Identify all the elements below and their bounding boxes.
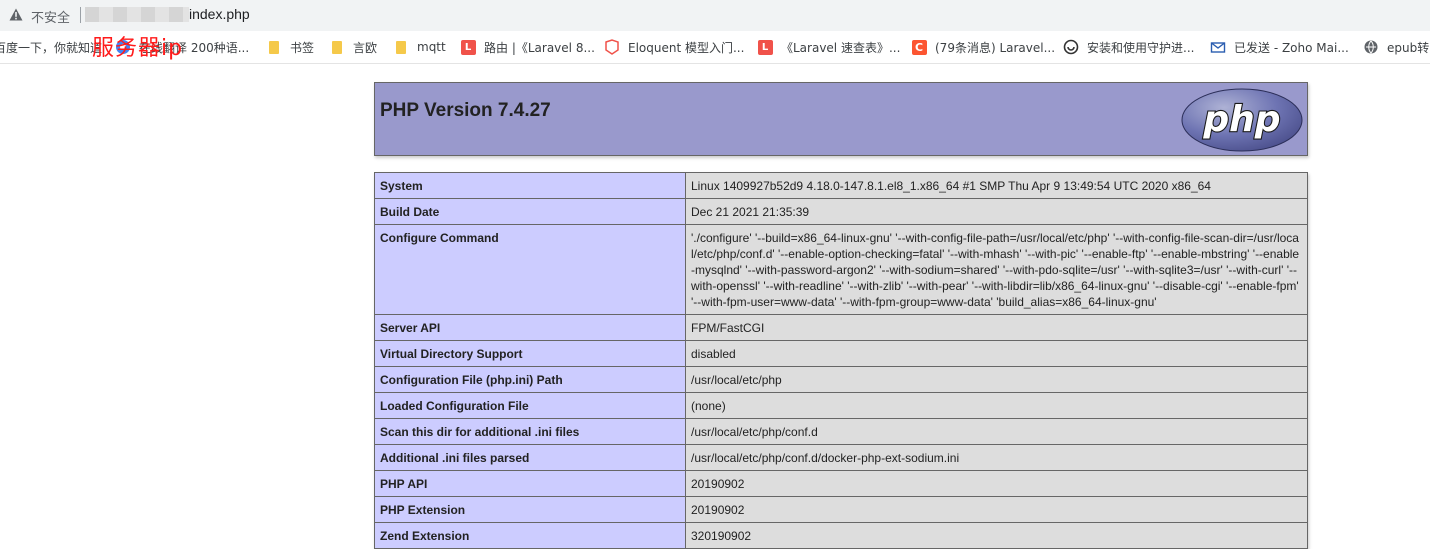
not-secure-label[interactable]: 不安全 xyxy=(31,7,70,26)
row-key: Configuration File (php.ini) Path xyxy=(374,366,686,393)
row-key: Build Date xyxy=(374,198,686,225)
row-value: /usr/local/etc/php/conf.d/docker-php-ext… xyxy=(685,444,1308,471)
bookmark-label: 已发送 - Zoho Mai... xyxy=(1234,40,1349,55)
laravel-icon: L xyxy=(757,39,773,55)
globe-icon xyxy=(1063,39,1079,55)
row-key: Virtual Directory Support xyxy=(374,340,686,367)
row-value: Linux 1409927b52d9 4.18.0-147.8.1.el8_1.… xyxy=(685,172,1308,199)
folder-icon xyxy=(266,39,282,55)
address-bar[interactable]: 不安全 index.php xyxy=(0,0,1430,31)
php-info-table: System Linux 1409927b52d9 4.18.0-147.8.1.… xyxy=(374,172,1308,549)
row-key: Additional .ini files parsed xyxy=(374,444,686,471)
csdn-icon: C xyxy=(911,39,927,55)
address-divider xyxy=(80,7,81,23)
table-row: PHP API 20190902 xyxy=(374,470,1308,497)
laravel-icon: L xyxy=(460,39,476,55)
bookmark-label: 百度一下，你就知道 xyxy=(0,40,103,55)
row-key: PHP Extension xyxy=(374,496,686,523)
bookmark-folder-shuqian[interactable]: 书签 xyxy=(266,31,314,63)
row-value: 20190902 xyxy=(685,496,1308,523)
row-value: './configure' '--build=x86_64-linux-gnu'… xyxy=(685,224,1308,315)
table-row: Additional .ini files parsed/usr/local/e… xyxy=(374,444,1308,471)
bookmark-csdn[interactable]: C (79条消息) Laravel... xyxy=(911,31,1055,63)
bookmark-epub[interactable]: epub转 xyxy=(1363,31,1429,63)
page-title: PHP Version 7.4.27 xyxy=(380,100,551,121)
bookmark-label: 《Laravel 速查表》... xyxy=(781,40,901,55)
row-key: Loaded Configuration File xyxy=(374,392,686,419)
bookmark-label: 安装和使用守护进... xyxy=(1087,40,1195,55)
bookmark-label: epub转 xyxy=(1387,40,1430,55)
php-logo-text: php xyxy=(1202,99,1280,140)
bookmark-label: Eloquent 模型入门... xyxy=(628,40,745,55)
redacted-host xyxy=(85,7,189,22)
bookmark-zoho-mail[interactable]: 已发送 - Zoho Mai... xyxy=(1210,31,1349,63)
bookmark-label: mqtt xyxy=(417,40,446,54)
row-value: Dec 21 2021 21:35:39 xyxy=(685,198,1308,225)
row-value: /usr/local/etc/php xyxy=(685,366,1308,393)
row-value: 20190902 xyxy=(685,470,1308,497)
table-row: PHP Extension 20190902 xyxy=(374,496,1308,523)
row-key: Server API xyxy=(374,314,686,341)
bookmark-laravel-cheatsheet[interactable]: L 《Laravel 速查表》... xyxy=(757,31,900,63)
laravel-icon xyxy=(604,39,620,55)
row-key: PHP API xyxy=(374,470,686,497)
php-version-header: PHP Version 7.4.27 php xyxy=(374,82,1308,156)
row-key: System xyxy=(374,172,686,199)
row-value: /usr/local/etc/php/conf.d xyxy=(685,418,1308,445)
row-value: FPM/FastCGI xyxy=(685,314,1308,341)
table-row: Configuration File (php.ini) Path/usr/lo… xyxy=(374,366,1308,393)
row-value: (none) xyxy=(685,392,1308,419)
table-row: Scan this dir for additional .ini files /… xyxy=(374,418,1308,445)
table-row: Server API FPM/FastCGI xyxy=(374,314,1308,341)
url-path[interactable]: index.php xyxy=(189,6,250,22)
row-value: disabled xyxy=(685,340,1308,367)
bookmark-laravel-routing[interactable]: L 路由 |《Laravel 8... xyxy=(460,31,595,63)
row-key: Configure Command xyxy=(374,224,686,315)
server-ip-annotation: 服务器ip xyxy=(92,36,184,61)
php-logo-icon[interactable]: php xyxy=(1181,88,1303,152)
table-row: Loaded Configuration File (none) xyxy=(374,392,1308,419)
table-row: System Linux 1409927b52d9 4.18.0-147.8.1.… xyxy=(374,172,1308,199)
folder-icon xyxy=(393,39,409,55)
bookmark-folder-yanou[interactable]: 言欧 xyxy=(329,31,377,63)
folder-icon xyxy=(329,39,345,55)
table-row: Build Date Dec 21 2021 21:35:39 xyxy=(374,198,1308,225)
globe-icon xyxy=(1363,39,1379,55)
warning-icon[interactable] xyxy=(9,8,23,21)
mail-icon xyxy=(1210,39,1226,55)
bookmark-label: 言欧 xyxy=(353,40,378,55)
bookmark-label: (79条消息) Laravel... xyxy=(935,40,1056,55)
table-row: Virtual Directory Support disabled xyxy=(374,340,1308,367)
bookmarks-bar: 百度一下，你就知道 在线翻译 200种语... 书签 言欧 mqtt L 路由 … xyxy=(0,31,1430,64)
bookmark-folder-mqtt[interactable]: mqtt xyxy=(393,31,446,63)
bookmark-daemon[interactable]: 安装和使用守护进... xyxy=(1063,31,1194,63)
bookmark-baidu[interactable]: 百度一下，你就知道 xyxy=(0,31,102,63)
bookmark-label: 书签 xyxy=(290,40,315,55)
row-key: Scan this dir for additional .ini files xyxy=(374,418,686,445)
bookmark-label: 路由 |《Laravel 8... xyxy=(484,40,595,55)
bookmark-eloquent[interactable]: Eloquent 模型入门... xyxy=(604,31,744,63)
table-row: Configure Command './configure' '--build=… xyxy=(374,224,1308,315)
